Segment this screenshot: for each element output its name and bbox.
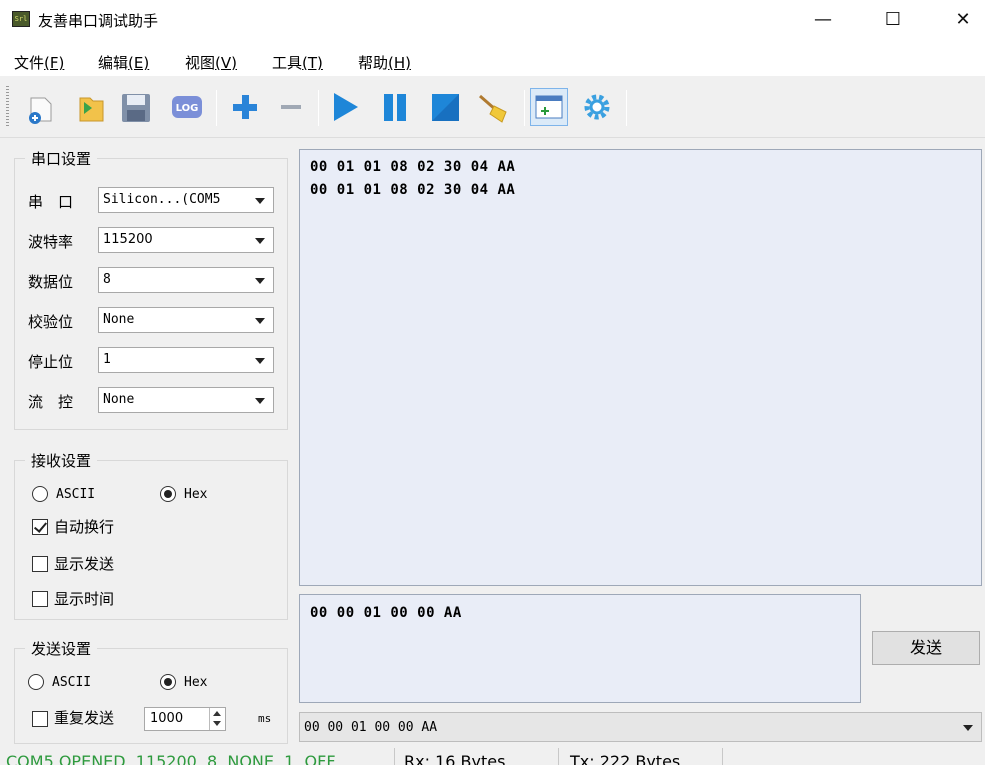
baud-select[interactable]: 115200	[98, 227, 274, 253]
send-settings-title: 发送设置	[25, 638, 98, 659]
receive-text-area[interactable]: 00 01 01 08 02 30 04 AA 00 01 01 08 02 3…	[299, 149, 982, 586]
add-icon[interactable]	[226, 88, 264, 126]
remove-icon[interactable]	[276, 88, 314, 126]
chevron-up-icon[interactable]	[213, 711, 221, 716]
auto-wrap-checkbox[interactable]	[32, 519, 48, 535]
send-text: 00 00 01 00 00 AA	[310, 605, 462, 621]
log-icon[interactable]: LOG	[168, 88, 206, 126]
minimize-button[interactable]: —	[800, 4, 846, 36]
send-hex-radio[interactable]	[160, 674, 176, 690]
save-icon[interactable]	[116, 88, 154, 126]
stopbits-label: 停止位	[28, 353, 74, 371]
maximize-button[interactable]: ☐	[870, 4, 916, 36]
chevron-down-icon	[963, 725, 973, 731]
databits-label: 数据位	[28, 273, 74, 291]
stop-icon[interactable]	[426, 88, 464, 126]
menu-help[interactable]: 帮助(H)	[358, 52, 411, 73]
menu-edit[interactable]: 编辑(E)	[98, 52, 149, 73]
status-separator	[394, 748, 395, 765]
show-time-checkbox[interactable]	[32, 591, 48, 607]
stepper-buttons[interactable]	[209, 708, 225, 730]
pause-icon[interactable]	[376, 88, 414, 126]
chevron-down-icon	[255, 358, 265, 364]
new-file-icon[interactable]	[22, 88, 60, 126]
receive-hex-label: Hex	[184, 487, 208, 502]
interval-stepper[interactable]: 1000	[144, 707, 226, 731]
receive-line: 00 01 01 08 02 30 04 AA	[310, 182, 516, 198]
chevron-down-icon	[255, 238, 265, 244]
port-select[interactable]: Silicon...(COM5	[98, 187, 274, 213]
play-icon[interactable]	[326, 88, 364, 126]
stopbits-select[interactable]: 1	[98, 347, 274, 373]
auto-wrap-label: 自动换行	[54, 518, 115, 536]
toolbar-separator	[524, 90, 525, 126]
receive-line: 00 01 01 08 02 30 04 AA	[310, 159, 516, 175]
receive-hex-radio[interactable]	[160, 486, 176, 502]
settings-gear-icon[interactable]	[578, 88, 616, 126]
connection-status: COM5 OPENED, 115200, 8, NONE, 1, OFF	[6, 752, 336, 765]
repeat-send-label: 重复发送	[54, 709, 115, 727]
open-folder-icon[interactable]	[72, 88, 110, 126]
send-hex-label: Hex	[184, 675, 208, 690]
show-send-label: 显示发送	[54, 555, 115, 573]
flow-select[interactable]: None	[98, 387, 274, 413]
clear-broom-icon[interactable]	[476, 88, 514, 126]
serial-settings-title: 串口设置	[25, 148, 98, 169]
parity-label: 校验位	[28, 313, 74, 331]
repeat-send-checkbox[interactable]	[32, 711, 48, 727]
rx-count: Rx: 16 Bytes	[404, 752, 506, 765]
chevron-down-icon[interactable]	[213, 721, 221, 726]
send-button[interactable]: 发送	[872, 631, 980, 665]
toolbar-separator	[626, 90, 627, 126]
send-ascii-label: ASCII	[52, 675, 92, 690]
send-history-select[interactable]: 00 00 01 00 00 AA	[299, 712, 982, 742]
toolbar-separator	[216, 90, 217, 126]
chevron-down-icon	[255, 278, 265, 284]
toolbar-grip[interactable]	[6, 86, 9, 128]
menu-tools[interactable]: 工具(T)	[272, 52, 323, 73]
flow-label: 流 控	[28, 393, 74, 411]
interval-unit: ms	[258, 712, 272, 725]
app-icon: Srl	[12, 11, 30, 27]
databits-select[interactable]: 8	[98, 267, 274, 293]
receive-ascii-label: ASCII	[56, 487, 96, 502]
menu-file[interactable]: 文件(F)	[14, 52, 64, 73]
send-ascii-radio[interactable]	[28, 674, 44, 690]
add-window-icon[interactable]	[530, 88, 568, 126]
receive-settings-title: 接收设置	[25, 450, 98, 471]
window-title: 友善串口调试助手	[38, 12, 159, 30]
send-text-area[interactable]: 00 00 01 00 00 AA	[299, 594, 861, 703]
svg-text:LOG: LOG	[176, 103, 199, 114]
receive-ascii-radio[interactable]	[32, 486, 48, 502]
parity-select[interactable]: None	[98, 307, 274, 333]
tx-count: Tx: 222 Bytes	[570, 752, 681, 765]
toolbar-separator	[318, 90, 319, 126]
menu-view[interactable]: 视图(V)	[185, 52, 237, 73]
close-button[interactable]: ✕	[940, 4, 985, 36]
chevron-down-icon	[255, 318, 265, 324]
baud-label: 波特率	[28, 233, 74, 251]
status-separator	[558, 748, 559, 765]
show-send-checkbox[interactable]	[32, 556, 48, 572]
title-bar: Srl 友善串口调试助手 — ☐ ✕	[0, 0, 985, 40]
status-bar: COM5 OPENED, 115200, 8, NONE, 1, OFF Rx:…	[0, 748, 985, 765]
port-label: 串 口	[28, 193, 74, 211]
toolbar: LOG	[0, 76, 985, 138]
status-separator	[722, 748, 723, 765]
show-time-label: 显示时间	[54, 590, 115, 608]
chevron-down-icon	[255, 198, 265, 204]
chevron-down-icon	[255, 398, 265, 404]
menu-bar: 文件(F) 编辑(E) 视图(V) 工具(T) 帮助(H)	[0, 40, 985, 76]
